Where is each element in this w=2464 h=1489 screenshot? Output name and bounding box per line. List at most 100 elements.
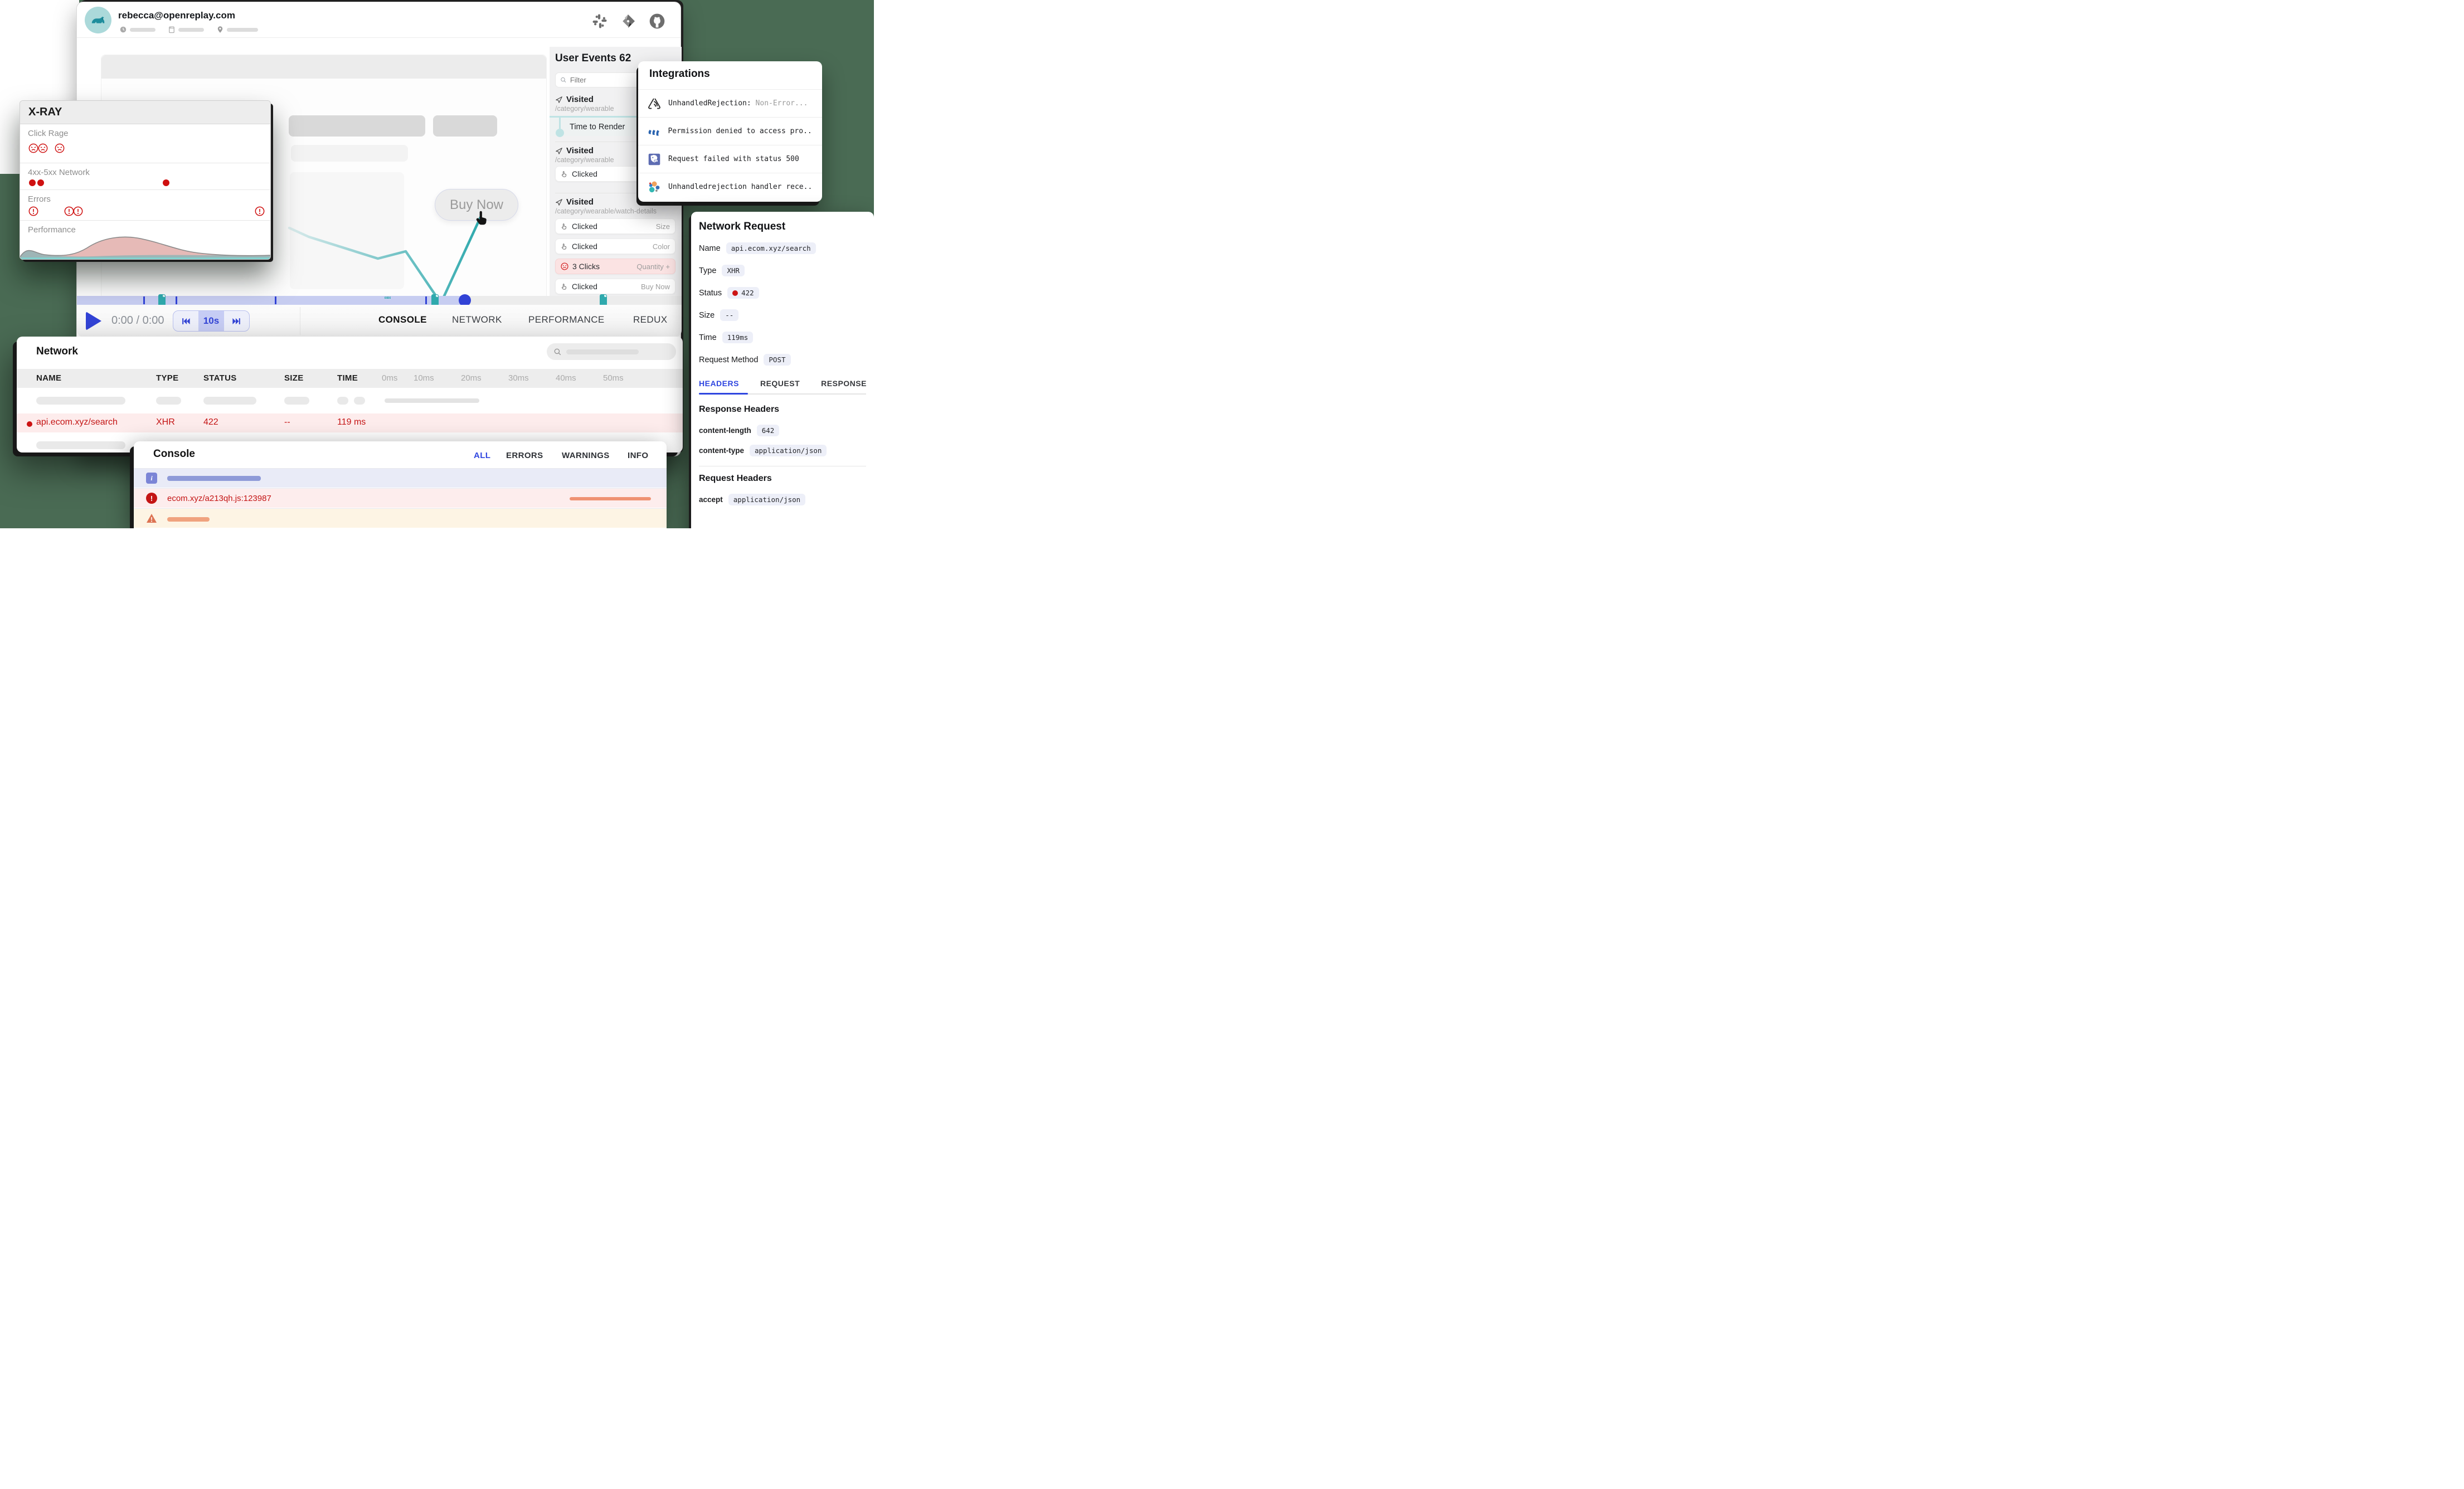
log-skeleton (167, 517, 210, 522)
col-time[interactable]: TIME (337, 373, 358, 383)
console-tab-warnings[interactable]: WARNINGS (562, 451, 610, 460)
cell-type: XHR (156, 417, 175, 427)
meta-skeleton (130, 28, 155, 32)
timeline-event-tick[interactable] (275, 296, 276, 304)
network-row-skeleton (17, 392, 683, 409)
field-value: api.ecom.xyz/search (726, 242, 816, 254)
skip-interval-label: 10s (198, 311, 223, 331)
tab-response[interactable]: RESPONSE (821, 379, 867, 388)
hand-click-icon (561, 223, 568, 230)
error-icon[interactable] (73, 206, 83, 216)
skip-back-button[interactable] (173, 311, 198, 331)
header-row-accept: accept application/json (699, 494, 805, 505)
request-headers-heading: Request Headers (699, 474, 772, 484)
tab-console[interactable]: CONSOLE (378, 314, 427, 325)
info-icon: i (146, 473, 157, 484)
col-size[interactable]: SIZE (284, 373, 304, 383)
scale-0ms: 0ms (382, 373, 397, 383)
integration-item-sentry[interactable]: UnhandledRejection: Non-Error... (638, 89, 822, 117)
console-error-row[interactable]: ! ecom.xyz/a213qh.js:123987 (134, 488, 667, 508)
cell-time: 119 ms (337, 417, 366, 427)
event-clicked-card[interactable]: Clicked Buy Now (555, 279, 675, 294)
status-error-dot (732, 290, 738, 296)
slack-icon[interactable] (591, 13, 608, 30)
event-clicked-card[interactable]: Clicked Color (555, 239, 675, 254)
rhino-icon (90, 12, 106, 28)
tab-performance[interactable]: PERFORMANCE (528, 314, 605, 325)
timeline-event-tick[interactable] (425, 296, 427, 304)
openreplay-hero-composition: rebecca@openreplay.com Buy Now (0, 0, 874, 528)
col-type[interactable]: TYPE (156, 373, 178, 383)
response-headers-heading: Response Headers (699, 405, 779, 415)
sentry-icon (647, 96, 662, 111)
event-target: Color (653, 242, 670, 251)
event-target: Quantity + (636, 262, 670, 271)
angry-face-icon[interactable] (55, 143, 65, 153)
console-tab-info[interactable]: INFO (628, 451, 648, 460)
field-value: 119ms (722, 332, 754, 343)
blue-waves-icon (647, 124, 661, 139)
integration-message: Unhandledrejection handler rece.. (668, 183, 812, 191)
page-nav-skeleton (101, 55, 546, 79)
network-error-row[interactable]: api.ecom.xyz/search XHR 422 -- 119 ms (17, 413, 683, 432)
event-visited[interactable]: Visited (555, 146, 594, 155)
skip-forward-button[interactable] (224, 311, 249, 331)
marker-dot (556, 129, 564, 137)
xray-click-rage-section: Click Rage (20, 124, 270, 163)
search-icon (553, 348, 562, 356)
error-icon[interactable] (28, 206, 38, 216)
hand-click-icon (561, 283, 568, 290)
console-tab-all[interactable]: ALL (474, 451, 490, 460)
timeline-event-tick[interactable] (176, 296, 177, 304)
network-error-dot[interactable] (163, 179, 169, 186)
network-error-dot[interactable] (37, 179, 44, 186)
angry-face-icon[interactable] (28, 143, 38, 153)
event-label: Visited (566, 95, 594, 104)
integration-item-datadog[interactable]: Request failed with status 500 (638, 145, 822, 173)
console-warning-row[interactable] (134, 508, 667, 528)
field-label: Type (699, 266, 716, 275)
user-events-title-text: User Events (555, 52, 616, 64)
field-value: 422 (741, 289, 754, 297)
angry-face-icon[interactable] (38, 143, 48, 153)
timeline-event-tick[interactable] (143, 296, 145, 304)
network-table-header: NAME TYPE STATUS SIZE TIME 0ms 10ms 20ms… (17, 369, 683, 388)
console-tab-errors[interactable]: ERRORS (506, 451, 543, 460)
network-request-panel: Network Request Name api.ecom.xyz/search… (691, 212, 874, 528)
event-target: Size (656, 222, 670, 231)
session-meta-row (119, 26, 258, 33)
timeline-quote-marker[interactable]: ““ (384, 295, 390, 304)
section-label: Errors (28, 194, 51, 204)
playback-timeline[interactable]: ““ (77, 296, 682, 305)
content-skeleton (433, 115, 497, 137)
network-error-dot[interactable] (29, 179, 36, 186)
performance-chart (20, 235, 270, 259)
angry-face-icon (561, 262, 568, 270)
cell-status: 422 (203, 417, 218, 427)
location-pin-icon (216, 26, 224, 33)
tab-request[interactable]: REQUEST (760, 379, 800, 388)
col-name[interactable]: NAME (36, 373, 61, 383)
tab-redux[interactable]: REDUX (633, 314, 668, 325)
integration-item-elastic[interactable]: Unhandledrejection handler rece.. (638, 173, 822, 201)
browser-icon (168, 26, 176, 33)
header-value: application/json (728, 494, 805, 505)
integration-item-waves[interactable]: Permission denied to access pro... (638, 117, 822, 145)
tab-network[interactable]: NETWORK (452, 314, 502, 325)
event-visited[interactable]: Visited (555, 197, 594, 207)
github-icon[interactable] (648, 12, 666, 30)
status-error-dot (27, 421, 32, 427)
console-info-row[interactable]: i (134, 468, 667, 488)
jira-icon[interactable] (619, 12, 637, 30)
event-rage-click-card[interactable]: 3 Clicks Quantity + (555, 259, 675, 274)
network-search-input[interactable] (547, 343, 676, 360)
col-status[interactable]: STATUS (203, 373, 237, 383)
error-icon[interactable] (255, 206, 265, 216)
tab-headers[interactable]: HEADERS (699, 379, 739, 388)
xray-title: X-RAY (20, 101, 270, 124)
event-path: /category/wearable (555, 105, 614, 113)
play-button[interactable] (86, 312, 101, 330)
scale-10ms: 10ms (414, 373, 434, 383)
event-clicked-card[interactable]: Clicked Size (555, 218, 675, 234)
event-visited[interactable]: Visited (555, 95, 594, 104)
